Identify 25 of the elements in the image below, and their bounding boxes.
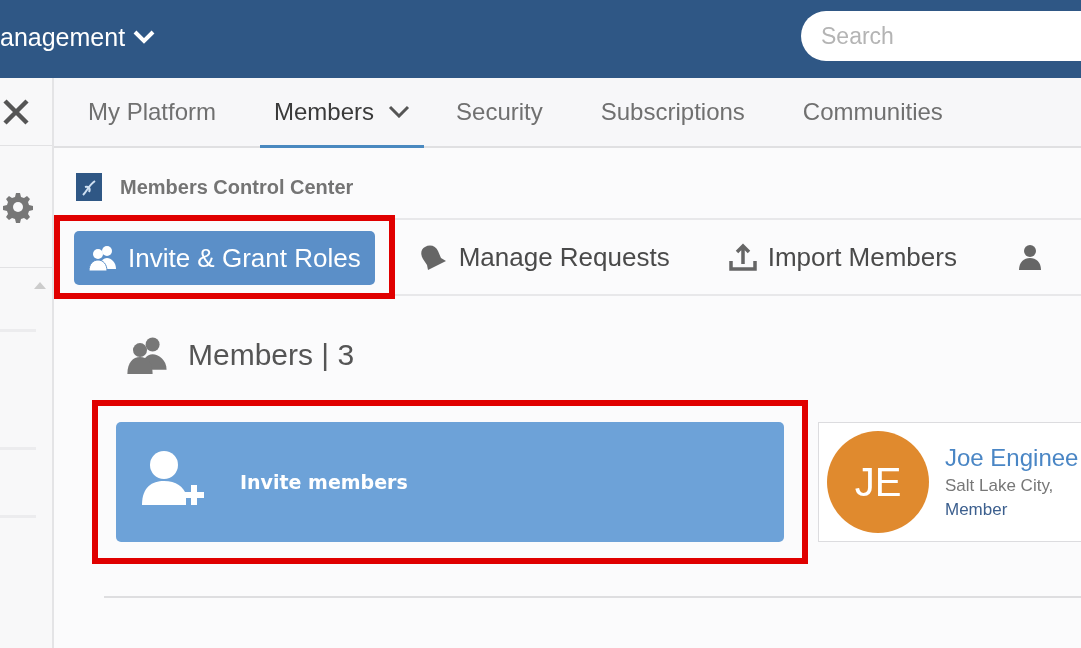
settings-icon[interactable]: [2, 190, 34, 223]
chevron-down-icon[interactable]: [388, 105, 411, 118]
member-card[interactable]: JE Joe Enginee Salt Lake City, Member: [818, 422, 1081, 542]
nav-tab[interactable]: Subscriptions: [586, 78, 759, 148]
app-logo-icon: [76, 173, 102, 201]
nav-tab[interactable]: Members: [260, 78, 425, 148]
member-avatar: JE: [827, 431, 929, 533]
action-button[interactable]: Import Members: [713, 230, 971, 284]
nav-tab[interactable]: Security: [442, 78, 557, 148]
member-location: Salt Lake City,: [945, 476, 1055, 496]
invite-members-button[interactable]: Invite members: [116, 422, 784, 542]
section-title: Members Control Center: [120, 175, 354, 199]
upload-icon: [727, 242, 758, 272]
nav-tab[interactable]: Communities: [788, 78, 957, 148]
members-heading: Members | 3: [188, 338, 355, 372]
action-button[interactable]: Manage Requests: [404, 230, 684, 284]
app-title[interactable]: anagement: [0, 22, 126, 52]
close-icon[interactable]: [2, 97, 30, 126]
member-role: Member: [945, 500, 1009, 520]
nav-tab[interactable]: My Platform: [74, 78, 230, 148]
people-icon: [126, 336, 168, 374]
action-button[interactable]: Invite & Grant Roles: [74, 231, 375, 285]
people-icon: [88, 243, 118, 273]
search-field[interactable]: Search: [801, 11, 1081, 61]
member-name[interactable]: Joe Enginee: [945, 444, 1079, 472]
